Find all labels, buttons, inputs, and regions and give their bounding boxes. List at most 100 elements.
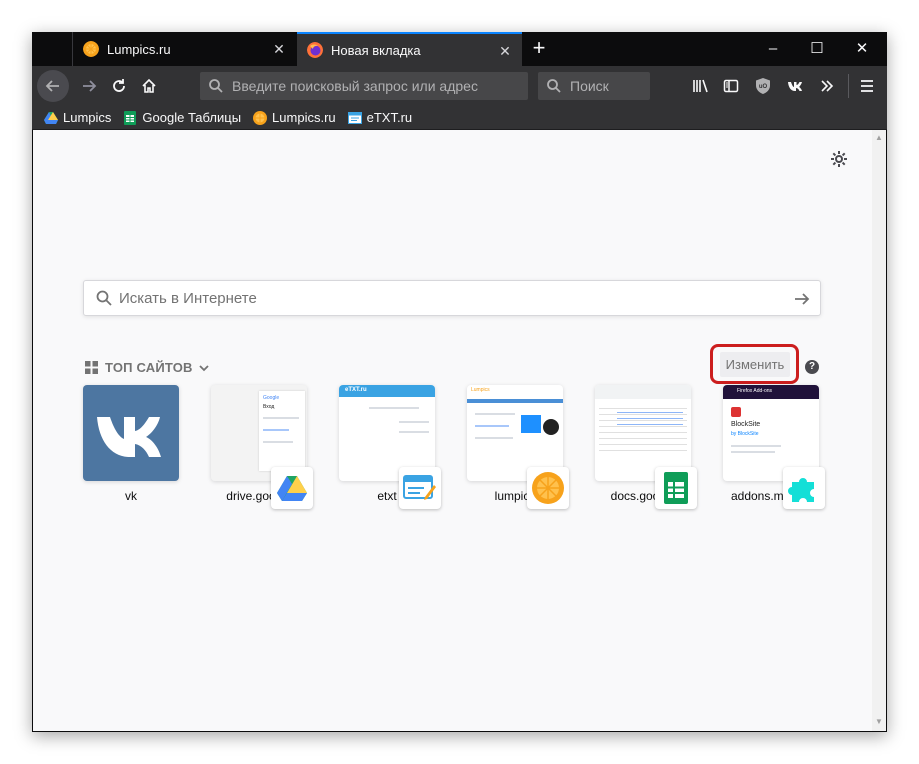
topsites-header[interactable]: ТОП САЙТОВ [85, 360, 209, 375]
scroll-up-icon[interactable]: ▲ [875, 134, 883, 142]
toolbar-divider [848, 74, 849, 98]
ublock-icon[interactable]: uO [748, 71, 778, 101]
nav-toolbar: Введите поисковый запрос или адрес Поиск… [32, 66, 887, 106]
bookmark-label: Google Таблицы [142, 110, 242, 125]
forward-icon[interactable] [74, 71, 104, 101]
help-icon[interactable]: ? [805, 360, 819, 374]
bookmark-google-sheets[interactable]: Google Таблицы [123, 110, 241, 125]
thumb-line [475, 437, 513, 439]
topsite-tile[interactable]: docs.google [595, 385, 697, 509]
windows-tile [521, 415, 541, 433]
url-bar[interactable]: Введите поисковый запрос или адрес [200, 72, 528, 100]
google-signin-card: Google Вход [259, 391, 305, 471]
tab-close-icon[interactable]: ✕ [498, 44, 512, 58]
back-icon[interactable] [37, 70, 69, 102]
scroll-down-icon[interactable]: ▼ [875, 718, 883, 726]
home-icon[interactable] [134, 71, 164, 101]
topsites-title: ТОП САЙТОВ [105, 360, 193, 375]
reload-icon[interactable] [104, 71, 134, 101]
puzzle-piece-icon [788, 478, 814, 502]
menu-hamburger-icon[interactable] [852, 71, 882, 101]
thumb-line [369, 407, 419, 409]
topsite-label: vk [125, 489, 137, 503]
thumb-line [475, 425, 509, 427]
etxt-logo: eTXT.ru [345, 387, 367, 393]
google-sheets-badge [655, 467, 697, 509]
addon-author: by BlockSite [731, 431, 759, 437]
topsite-tile[interactable]: Lumpics lumpics [467, 385, 569, 509]
blocksite-logo [731, 407, 741, 417]
sheets-header [595, 385, 691, 399]
thumb-line [475, 413, 515, 415]
lumpics-favicon-icon [83, 41, 99, 57]
google-wordmark: Google [263, 395, 280, 401]
tab-close-icon[interactable]: ✕ [272, 42, 286, 56]
etxt-icon [347, 111, 362, 124]
maximize-icon[interactable]: ☐ [807, 39, 827, 59]
tab-strip: Lumpics.ru ✕ Новая вкладка ✕ + – ☐ ✕ [32, 32, 887, 66]
etxt-header-bar: eTXT.ru [339, 385, 435, 397]
bookmark-label: eTXT.ru [366, 110, 413, 125]
vertical-scrollbar[interactable]: ▲ ▼ [872, 130, 886, 731]
etxt-badge [399, 467, 441, 509]
grid-icon [85, 361, 98, 374]
tab-title: Новая вкладка [331, 42, 421, 58]
browser-window: Lumpics.ru ✕ Новая вкладка ✕ + – ☐ ✕ Вве… [32, 32, 887, 732]
vk-thumbnail [83, 385, 179, 481]
google-drive-badge [271, 467, 313, 509]
arrow-right-icon[interactable] [792, 289, 812, 309]
gear-icon[interactable] [830, 150, 848, 168]
thumb-line [731, 451, 775, 453]
lumpics-orange-icon [253, 110, 268, 125]
edit-topsites-button[interactable]: Изменить [720, 352, 790, 377]
chevron-down-icon [198, 364, 209, 371]
google-drive-icon [44, 111, 58, 124]
addon-name: BlockSite [731, 421, 761, 428]
svg-text:uO: uO [759, 84, 768, 90]
search-bar[interactable]: Поиск [538, 72, 650, 100]
search-icon [547, 79, 561, 93]
thumb-line [399, 431, 429, 433]
lumpics-badge [527, 467, 569, 509]
new-tab-plus-icon[interactable]: + [528, 37, 550, 60]
vk-extension-icon[interactable] [780, 71, 810, 101]
window-close-icon[interactable]: ✕ [852, 39, 872, 59]
lumpics-orange-icon [532, 472, 564, 504]
topsite-tile[interactable]: Firefox Add-ons BlockSite by BlockSite a… [723, 385, 825, 509]
bookmark-label: Lumpics [63, 110, 112, 125]
addons-header: Firefox Add-ons [723, 385, 819, 399]
newtab-search-input[interactable]: Искать в Интернете [83, 280, 821, 316]
thumb-line [263, 429, 289, 431]
search-icon [96, 290, 112, 306]
thumb-line [263, 417, 299, 419]
url-placeholder: Введите поисковый запрос или адрес [232, 78, 478, 94]
google-drive-icon [277, 476, 307, 501]
tab-lumpics[interactable]: Lumpics.ru ✕ [72, 32, 296, 66]
tab-new-tab[interactable]: Новая вкладка ✕ [297, 32, 522, 66]
search-icon [209, 79, 223, 93]
lumpics-head: Lumpics [471, 387, 490, 393]
thumb-line [731, 445, 781, 447]
addons-badge [783, 467, 825, 509]
new-tab-page: Искать в Интернете ТОП САЙТОВ Изменить ?… [33, 130, 886, 731]
bookmark-etxt[interactable]: eTXT.ru [347, 110, 413, 125]
search-placeholder: Искать в Интернете [119, 289, 257, 307]
library-icon[interactable] [686, 71, 716, 101]
thumb-line [263, 441, 293, 443]
etxt-icon [403, 475, 436, 500]
google-sheets-icon [124, 110, 137, 125]
minimize-icon[interactable]: – [763, 39, 783, 59]
topsite-tile[interactable]: vk [83, 385, 179, 503]
topsite-tile[interactable]: eTXT.ru etxt [339, 385, 441, 509]
bookmarks-toolbar: Lumpics Google Таблицы Lumpics.ru eTXT.r… [32, 106, 887, 130]
search-placeholder: Поиск [570, 78, 609, 94]
thumb-line [399, 421, 429, 423]
bookmark-lumpics[interactable]: Lumpics [44, 110, 111, 125]
signin-title: Вход [263, 404, 275, 410]
lumpics-nav-bar [467, 399, 563, 403]
bookmark-lumpics-ru[interactable]: Lumpics.ru [253, 110, 336, 125]
topsite-tile[interactable]: Google Вход drive.google [211, 385, 313, 509]
sidebar-icon[interactable] [716, 71, 746, 101]
addons-title: Firefox Add-ons [737, 388, 773, 394]
overflow-chevron-icon[interactable] [812, 71, 842, 101]
